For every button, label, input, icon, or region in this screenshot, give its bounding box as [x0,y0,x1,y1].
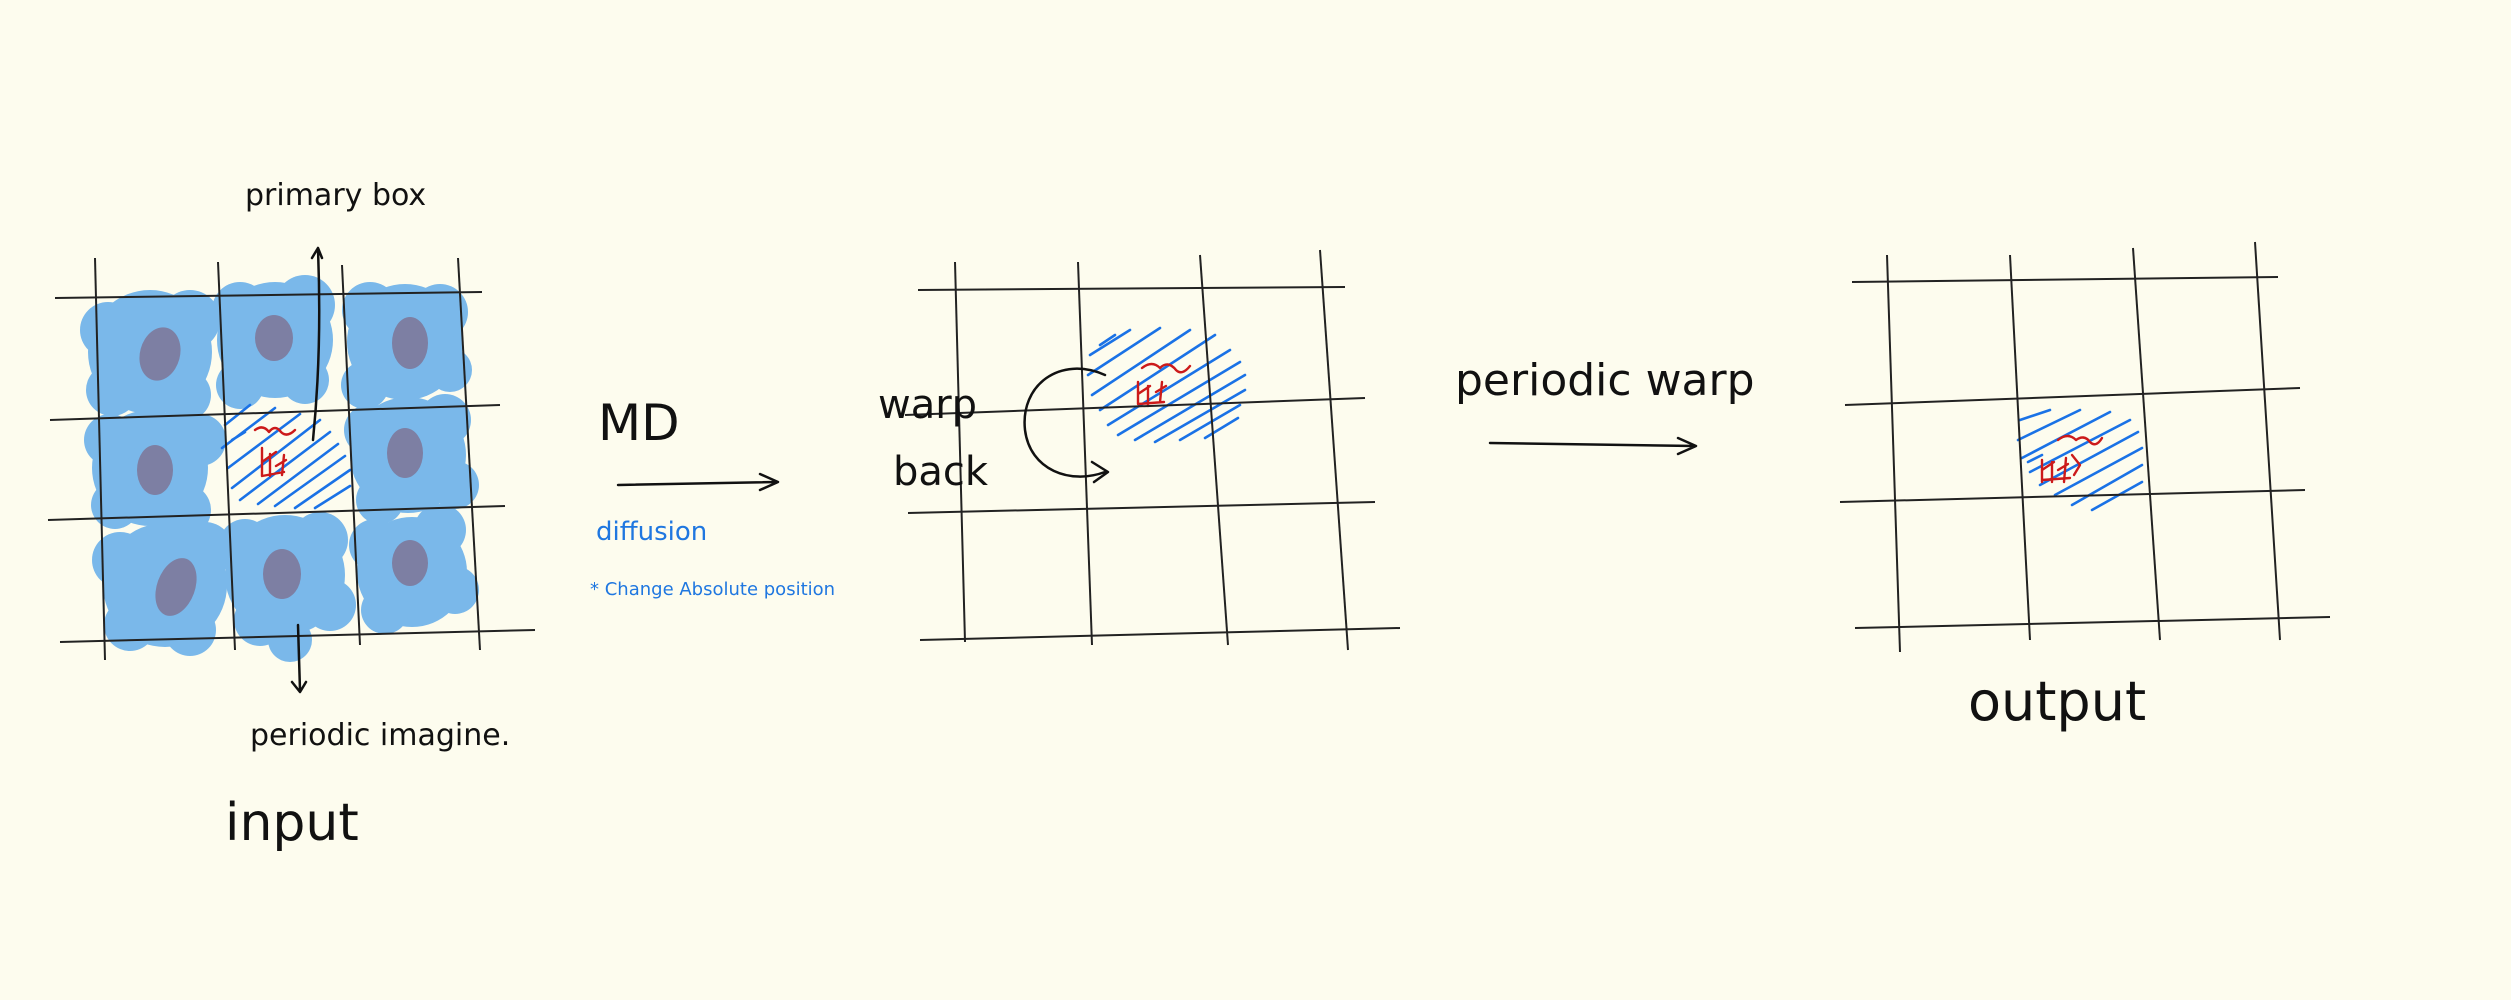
md-result-panel: warp back [878,249,1401,651]
primary-molecule-red [253,426,297,478]
blob-bottom-center [219,512,356,662]
periodic-image-blobs [80,275,479,662]
primary-cell-hatch [220,403,352,510]
md-label: MD [598,394,680,452]
output-panel: output [1839,241,2331,733]
absolute-position-note: * Change Absolute position [590,579,835,600]
blob-middle-right [344,394,479,524]
primary-box-label: primary box [245,178,426,213]
warp-back-label-line2: back [893,449,989,495]
md-arrow [616,472,780,492]
md-step: MD diffusion * Change Absolute position [590,394,835,600]
diffused-molecule-red [1136,362,1192,408]
input-label: input [225,793,359,853]
periodic-image-label: periodic imagine. [250,718,510,753]
output-grid [1839,241,2331,653]
diffusion-label: diffusion [596,517,707,547]
blob-bottom-right [349,504,479,634]
periodic-warp-arrow [1488,436,1698,456]
blob-top-right [341,282,472,409]
blob-top-left [80,290,220,421]
diagram-canvas: primary box periodic imagine. input MD d… [47,178,2331,853]
warp-back-label-line1: warp [878,382,977,428]
warp-back-arrow [1023,367,1110,484]
periodic-warp-label: periodic warp [1455,355,1755,406]
blob-bottom-left [92,522,233,656]
output-label: output [1968,670,2146,733]
input-panel: primary box periodic imagine. input [47,178,536,853]
periodic-warp-step: periodic warp [1455,355,1755,456]
